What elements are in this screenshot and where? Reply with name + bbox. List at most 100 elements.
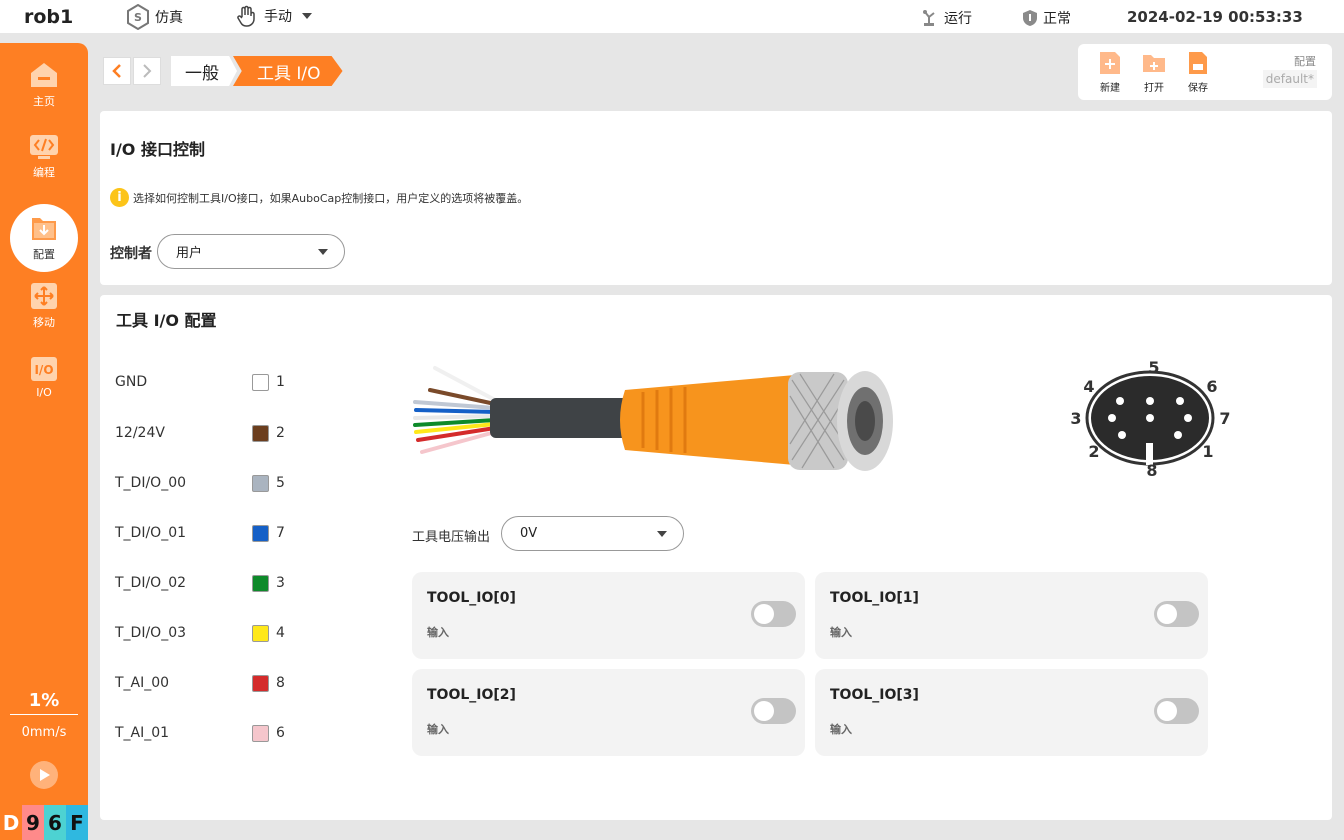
tool-io-card: TOOL_IO[3] 输入 [815,669,1208,756]
sim-toggle[interactable]: S 仿真 [126,4,183,30]
controller-label: 控制者 [110,246,152,262]
robot-name: rob1 [24,6,74,28]
mode-label: 手动 [264,9,292,25]
badge-char: 6 [44,805,66,840]
save-button[interactable]: 保存 [1182,50,1214,94]
io-toggle[interactable] [1154,601,1199,627]
speed-mm: 0mm/s [21,725,67,740]
open-label: 打开 [1144,83,1164,94]
forward-button[interactable] [133,57,161,85]
svg-text:S: S [134,11,142,24]
open-folder-icon [1143,55,1165,72]
pin-name: T_AI_01 [115,725,170,741]
sidebar-item-io[interactable]: I/O I/O [10,343,78,411]
move-icon [31,283,57,309]
voltage-select[interactable]: 0V [501,516,684,551]
connector-pin-label: 4 [1083,377,1094,396]
pin-name: T_DI/O_03 [115,625,187,641]
pin-name: GND [115,374,148,390]
pin-row: T_DI/O_03 4 [115,624,295,644]
pin-row: T_AI_00 8 [115,674,295,694]
sim-label: 仿真 [155,10,183,26]
pin-number: 7 [276,525,285,541]
badge-char: F [66,805,88,840]
run-status: 运行 [921,8,972,28]
speed-indicator[interactable]: 1% 0mm/s [10,690,78,740]
io-toggle[interactable] [751,601,796,627]
connector-pinout-diagram: 1 2 3 4 5 6 7 8 [1070,358,1230,480]
pin-color-swatch [252,725,269,742]
pin-number: 3 [276,575,285,591]
sidebar-item-label: 编程 [33,166,55,179]
save-icon [1189,52,1207,74]
safety-status: 正常 [1022,8,1071,28]
info-message: i 选择如何控制工具I/O接口，如果AuboCap控制接口，用户定义的选项将被覆… [110,188,528,207]
pin-color-swatch [252,675,269,692]
io-toggle[interactable] [1154,698,1199,724]
sidebar-item-home[interactable]: 主页 [10,51,78,119]
caret-down-icon [318,249,328,255]
run-label: 运行 [944,11,972,27]
voltage-value: 0V [520,526,538,541]
pin-name: T_DI/O_01 [115,525,187,541]
voltage-label: 工具电压输出 [412,530,491,545]
breadcrumb-tool-io[interactable]: 工具 I/O [233,56,343,86]
save-label: 保存 [1188,83,1208,94]
pin-row: 12/24V 2 [115,424,295,444]
config-icon [32,218,56,240]
io-icon: I/O [31,356,57,381]
sidebar-item-config[interactable]: 配置 [10,204,78,272]
breadcrumb: 一般 工具 I/O [103,56,343,86]
controller-select[interactable]: 用户 [157,234,345,269]
pin-row: T_AI_01 6 [115,724,295,744]
open-button[interactable]: 打开 [1138,50,1170,94]
info-text: 选择如何控制工具I/O接口，如果AuboCap控制接口，用户定义的选项将被覆盖。 [133,191,529,205]
play-button[interactable] [30,761,58,789]
pin-name: T_DI/O_02 [115,575,187,591]
connector-pin-label: 8 [1146,461,1157,480]
pin-color-swatch [252,525,269,542]
file-toolbar: 新建 打开 保存 配置 default* [1078,44,1332,100]
io-card-title: TOOL_IO[3] [830,687,919,703]
connector-pin-label: 6 [1206,377,1217,396]
new-file-icon [1100,52,1120,74]
pin-row: T_DI/O_01 7 [115,524,295,544]
breadcrumb-general[interactable]: 一般 [171,56,237,86]
io-card-mode: 输入 [830,723,852,736]
home-icon [31,63,57,87]
datetime: 2024-02-19 00:53:33 [1127,8,1303,26]
back-button[interactable] [103,57,131,85]
mode-dropdown[interactable]: 手动 [235,5,317,27]
status-badge: D 9 6 F [0,805,88,840]
new-button[interactable]: 新建 [1094,50,1126,94]
new-label: 新建 [1100,83,1120,94]
config-value: default* [1262,70,1317,88]
caret-down-icon [302,13,312,19]
sidebar-item-label: I/O [36,385,52,399]
sidebar-item-move[interactable]: 移动 [10,272,78,340]
sidebar-item-program[interactable]: 编程 [10,123,78,191]
pin-number: 4 [276,625,285,641]
hand-icon [237,5,255,27]
sidebar-item-label: 移动 [33,316,55,329]
pin-number: 5 [276,475,285,491]
sidebar-item-label: 主页 [33,95,55,108]
pin-color-swatch [252,575,269,592]
chevron-right-icon [143,64,152,78]
shield-icon [1023,10,1037,26]
io-card-mode: 输入 [830,626,852,639]
badge-char: D [0,805,22,840]
connector-pin-label: 5 [1148,358,1159,377]
svg-text:I/O: I/O [34,363,53,377]
pin-number: 6 [276,725,285,741]
pin-color-swatch [252,374,269,391]
pin-name: T_AI_00 [115,675,170,691]
io-card-mode: 输入 [427,723,449,736]
controller-value: 用户 [176,246,203,261]
connector-pin-label: 7 [1219,409,1230,428]
top-bar: rob1 S 仿真 手动 运行 正常 2024-02-19 00:53:33 [0,0,1344,33]
io-toggle[interactable] [751,698,796,724]
pin-number: 8 [276,675,285,691]
pin-row: T_DI/O_00 5 [115,474,295,494]
connector-pin-label: 2 [1088,442,1099,461]
